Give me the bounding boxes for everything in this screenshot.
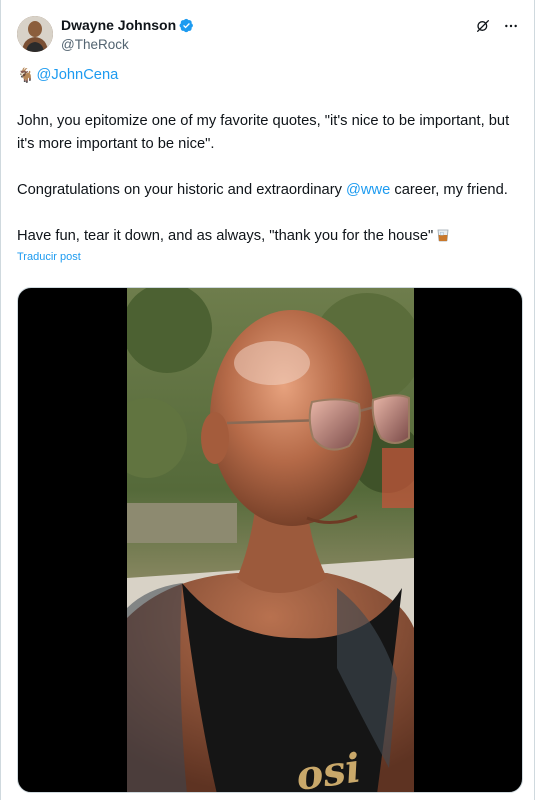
- avatar[interactable]: [17, 16, 53, 52]
- shirt-print-text: osi: [293, 744, 363, 793]
- grok-icon[interactable]: [474, 17, 492, 35]
- mention-line: 🐐 @JohnCena: [17, 64, 522, 87]
- mention-wwe-link[interactable]: @wwe: [346, 182, 390, 198]
- avatar-image: [17, 16, 53, 52]
- tweet-paragraph-3: Have fun, tear it down, and as always, "…: [17, 225, 522, 248]
- author-names: Dwayne Johnson @TheRock: [61, 16, 194, 52]
- translate-post-link[interactable]: Traducir post: [17, 250, 522, 264]
- tweet-text: 🐐 @JohnCena John, you epitomize one of m…: [17, 64, 522, 264]
- tweet-header: Dwayne Johnson @TheRock: [17, 14, 520, 58]
- verified-badge-icon: [179, 18, 194, 33]
- tweet-paragraph-1: John, you epitomize one of my favorite q…: [17, 113, 510, 152]
- video-frame[interactable]: osi: [127, 288, 414, 793]
- paragraph-2-prefix: Congratulations on your historic and ext…: [17, 182, 347, 198]
- video-player[interactable]: osi: [17, 287, 523, 793]
- tweet-card: Dwayne Johnson @TheRock 🐐 @JohnCena John…: [0, 0, 535, 800]
- whiskey-glass-icon: [436, 227, 450, 242]
- header-actions: [474, 17, 520, 35]
- author-handle[interactable]: @TheRock: [61, 37, 194, 52]
- paragraph-3-text: Have fun, tear it down, and as always, "…: [17, 228, 434, 244]
- more-options-icon[interactable]: [502, 17, 520, 35]
- mention-johncena-link[interactable]: @JohnCena: [36, 64, 118, 87]
- author-display-name[interactable]: Dwayne Johnson: [61, 17, 176, 33]
- tweet-paragraph-2: Congratulations on your historic and ext…: [17, 179, 522, 202]
- name-row: Dwayne Johnson: [61, 16, 194, 34]
- goat-emoji: 🐐: [17, 67, 35, 83]
- paragraph-2-suffix: career, my friend.: [390, 182, 508, 198]
